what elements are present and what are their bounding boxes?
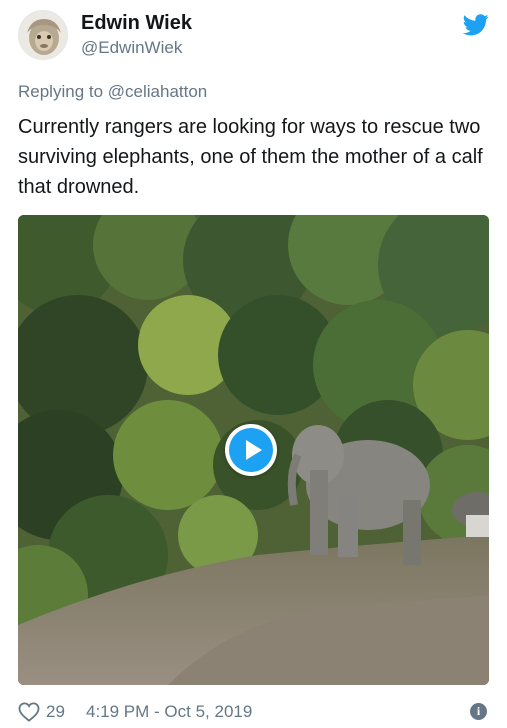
reply-mention-link[interactable]: @celiahatton xyxy=(108,82,208,101)
tweet-text: Currently rangers are looking for ways t… xyxy=(18,116,483,198)
reply-context: Replying to @celiahatton xyxy=(18,82,207,102)
play-button[interactable] xyxy=(225,424,277,476)
video-thumbnail[interactable] xyxy=(18,215,489,685)
heart-icon[interactable] xyxy=(18,702,40,722)
reply-prefix: Replying to xyxy=(18,82,108,101)
play-icon xyxy=(229,428,273,472)
info-icon[interactable]: i xyxy=(470,703,487,720)
like-count: 29 xyxy=(46,702,65,721)
author-handle[interactable]: @EdwinWiek xyxy=(81,38,182,58)
twitter-bird-icon[interactable] xyxy=(463,14,489,36)
author-name[interactable]: Edwin Wiek xyxy=(81,12,192,35)
tweet-timestamp[interactable]: 4:19 PM - Oct 5, 2019 xyxy=(86,702,252,722)
avatar[interactable] xyxy=(18,10,68,60)
tweet-footer: 29 4:19 PM - Oct 5, 2019 i xyxy=(18,700,489,724)
tweet-header: Edwin Wiek @EdwinWiek xyxy=(18,10,489,62)
